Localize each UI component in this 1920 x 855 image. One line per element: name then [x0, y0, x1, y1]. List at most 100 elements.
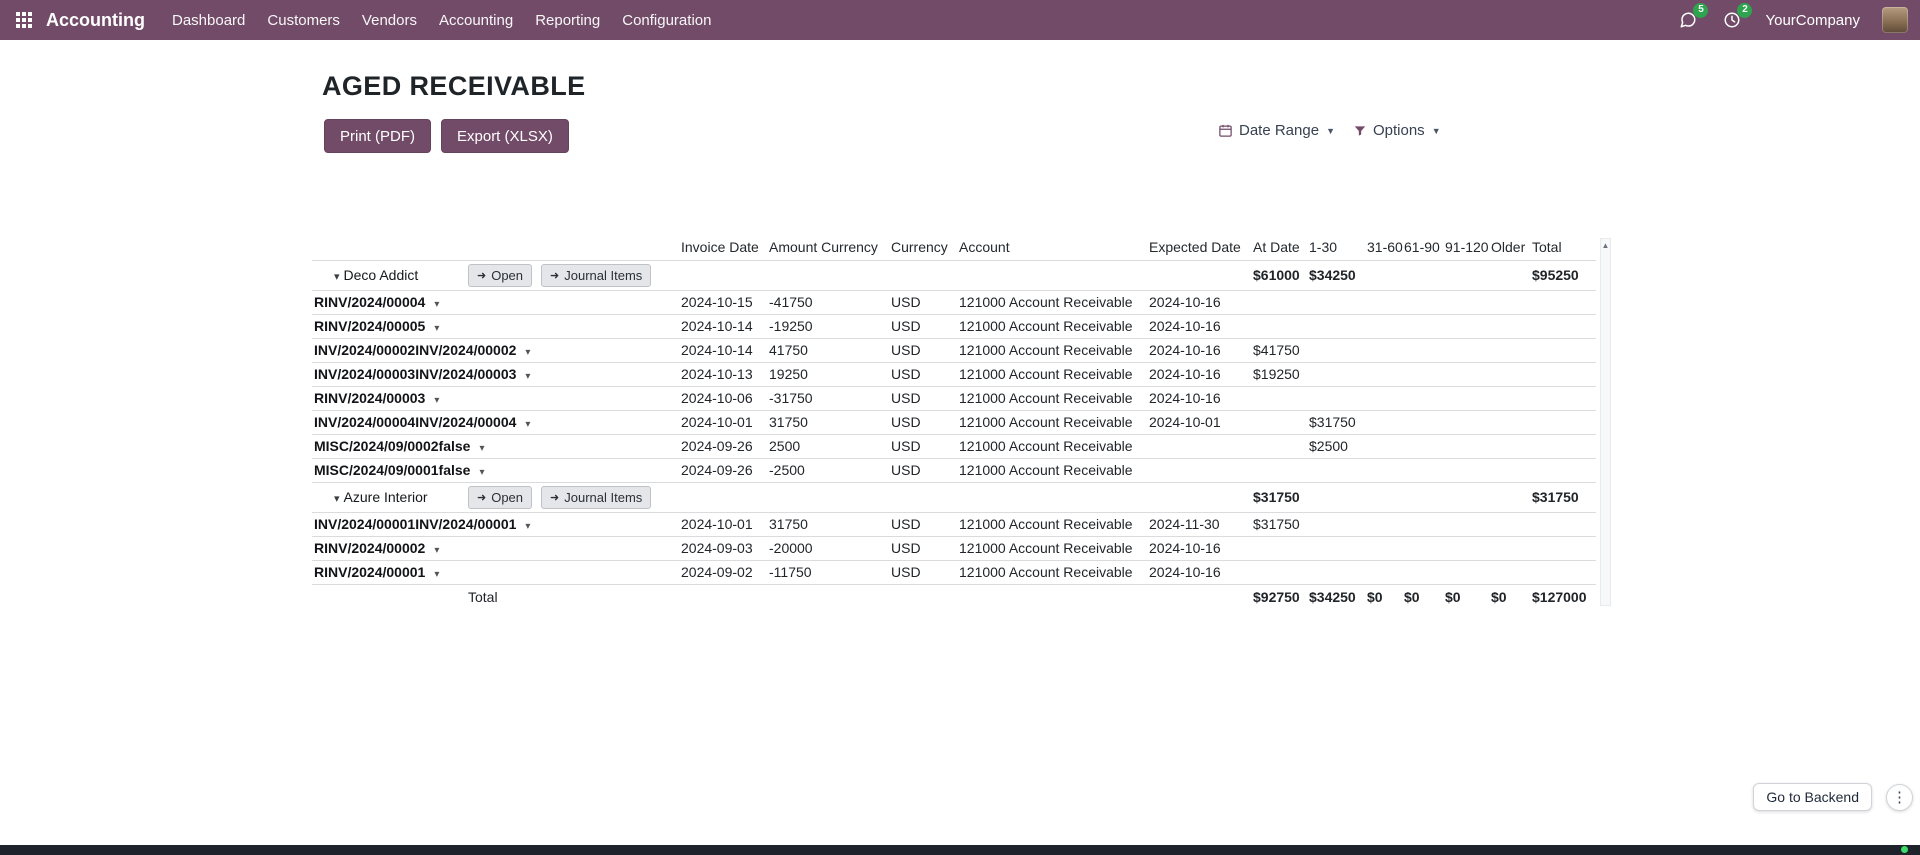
menu-item-vendors[interactable]: Vendors [351, 3, 428, 38]
days-31-60-cell [1367, 260, 1404, 290]
scroll-up-icon[interactable]: ▲ [1601, 239, 1610, 250]
move-name-link[interactable]: INV/2024/00001INV/2024/00001 [314, 516, 516, 532]
group-caret-icon[interactable]: ▾ [334, 271, 340, 283]
total-cell: $95250 [1532, 260, 1596, 290]
move-name-link[interactable]: RINV/2024/00005 [314, 318, 425, 334]
line-actions-caret-icon[interactable]: ▾ [434, 299, 439, 310]
apps-menu-button[interactable] [8, 8, 40, 32]
days-91-120-cell [1445, 410, 1491, 434]
line-actions-caret-icon[interactable]: ▾ [525, 419, 530, 430]
journal-items-button[interactable]: ➜Journal Items [541, 486, 651, 509]
days-61-90-cell [1404, 560, 1445, 584]
name-cell: MISC/2024/09/0002false▾ [312, 434, 465, 458]
go-to-backend-button[interactable]: Go to Backend [1753, 783, 1872, 811]
expected-date-cell: 2024-10-16 [1149, 560, 1253, 584]
status-indicator-dot [1901, 846, 1908, 853]
line-actions-caret-icon[interactable]: ▾ [525, 521, 530, 532]
line-actions-caret-icon[interactable]: ▾ [434, 323, 439, 334]
move-name-link[interactable]: RINV/2024/00004 [314, 294, 425, 310]
menu-item-configuration[interactable]: Configuration [611, 3, 722, 38]
days-31-60-cell [1367, 434, 1404, 458]
at-date-cell [1253, 410, 1309, 434]
days-31-60-cell [1367, 338, 1404, 362]
days-91-120-cell [1445, 290, 1491, 314]
line-actions-caret-icon[interactable]: ▾ [434, 545, 439, 556]
export-xlsx-button[interactable]: Export (XLSX) [441, 119, 569, 153]
name-cell: RINV/2024/00004 ▾ [312, 290, 465, 314]
account-cell: 121000 Account Receivable [959, 560, 1149, 584]
move-name-link[interactable]: MISC/2024/09/0001false [314, 462, 470, 478]
days-31-60-cell [1367, 314, 1404, 338]
invoice-date-cell: 2024-10-06 [681, 386, 769, 410]
move-name-link[interactable]: RINV/2024/00002 [314, 540, 425, 556]
days-61-90-cell [1404, 410, 1445, 434]
partner-name[interactable]: Azure Interior [344, 489, 428, 505]
company-menu[interactable]: YourCompany [1765, 12, 1860, 29]
expected-date-cell [1149, 260, 1253, 290]
move-name-link[interactable]: RINV/2024/00003 [314, 390, 425, 406]
invoice-date-cell: 2024-10-01 [681, 410, 769, 434]
line-actions-caret-icon[interactable]: ▾ [434, 395, 439, 406]
days-31-60-cell [1367, 536, 1404, 560]
amount-currency-cell [769, 482, 891, 512]
options-filter[interactable]: Options ▼ [1353, 122, 1441, 139]
report-filters: Date Range ▼ Options ▼ [1218, 122, 1441, 139]
line-row: INV/2024/00001INV/2024/00001▾2024-10-013… [312, 512, 1596, 536]
at-date-cell: $31750 [1253, 512, 1309, 536]
account-cell: 121000 Account Receivable [959, 338, 1149, 362]
at-date-cell [1253, 434, 1309, 458]
more-options-button[interactable]: ⋮ [1886, 784, 1913, 811]
expected-date-cell: 2024-10-16 [1149, 314, 1253, 338]
days-61-90-cell [1404, 290, 1445, 314]
move-name-link[interactable]: INV/2024/00003INV/2024/00003 [314, 366, 516, 382]
name-cell: RINV/2024/00003 ▾ [312, 386, 465, 410]
menu-item-dashboard[interactable]: Dashboard [161, 3, 256, 38]
group-caret-icon[interactable]: ▾ [334, 493, 340, 505]
menu-item-accounting[interactable]: Accounting [428, 3, 524, 38]
account-cell [959, 260, 1149, 290]
days-61-90-cell [1404, 536, 1445, 560]
days-61-90-cell [1404, 434, 1445, 458]
print-pdf-button[interactable]: Print (PDF) [324, 119, 431, 153]
user-avatar[interactable] [1882, 7, 1908, 33]
open-button[interactable]: ➜Open [468, 264, 532, 287]
date-range-filter[interactable]: Date Range ▼ [1218, 122, 1335, 139]
arrow-right-icon: ➜ [550, 269, 559, 282]
move-name-link[interactable]: RINV/2024/00001 [314, 564, 425, 580]
days-91-120-cell [1445, 314, 1491, 338]
name-cell [312, 584, 465, 609]
amount-currency-cell: -19250 [769, 314, 891, 338]
days-31-60-cell [1367, 482, 1404, 512]
journal-items-button[interactable]: ➜Journal Items [541, 264, 651, 287]
menu-item-customers[interactable]: Customers [256, 3, 351, 38]
line-actions-caret-icon[interactable]: ▾ [479, 443, 484, 454]
invoice-date-cell: 2024-10-13 [681, 362, 769, 386]
table-scrollbar[interactable]: ▲ [1600, 238, 1611, 606]
group-row: ▾Deco Addict➜Open➜Journal Items$61000$34… [312, 260, 1596, 290]
move-name-link[interactable]: INV/2024/00002INV/2024/00002 [314, 342, 516, 358]
move-name-link[interactable]: INV/2024/00004INV/2024/00004 [314, 414, 516, 430]
menu-item-reporting[interactable]: Reporting [524, 3, 611, 38]
days-1-30-cell [1309, 362, 1367, 386]
name-cell: RINV/2024/00002 ▾ [312, 536, 465, 560]
days-91-120-cell [1445, 560, 1491, 584]
open-button[interactable]: ➜Open [468, 486, 532, 509]
app-brand[interactable]: Accounting [46, 10, 145, 31]
days-1-30-cell [1309, 512, 1367, 536]
report-table-body: ▾Deco Addict➜Open➜Journal Items$61000$34… [312, 260, 1596, 609]
line-actions-caret-icon[interactable]: ▾ [525, 347, 530, 358]
account-cell: 121000 Account Receivable [959, 362, 1149, 386]
partner-name[interactable]: Deco Addict [344, 267, 419, 283]
name-cell: INV/2024/00004INV/2024/00004▾ [312, 410, 465, 434]
name-cell: MISC/2024/09/0001false▾ [312, 458, 465, 482]
aged-receivable-table: Invoice Date Amount Currency Currency Ac… [312, 238, 1596, 609]
days-61-90-cell [1404, 482, 1445, 512]
activities-button[interactable]: 2 [1721, 9, 1743, 31]
line-actions-caret-icon[interactable]: ▾ [525, 371, 530, 382]
line-actions-caret-icon[interactable]: ▾ [434, 569, 439, 580]
move-name-link[interactable]: MISC/2024/09/0002false [314, 438, 470, 454]
line-actions-caret-icon[interactable]: ▾ [479, 467, 484, 478]
messages-button[interactable]: 5 [1677, 9, 1699, 31]
col-header-name [312, 238, 465, 260]
expected-date-cell: 2024-11-30 [1149, 512, 1253, 536]
